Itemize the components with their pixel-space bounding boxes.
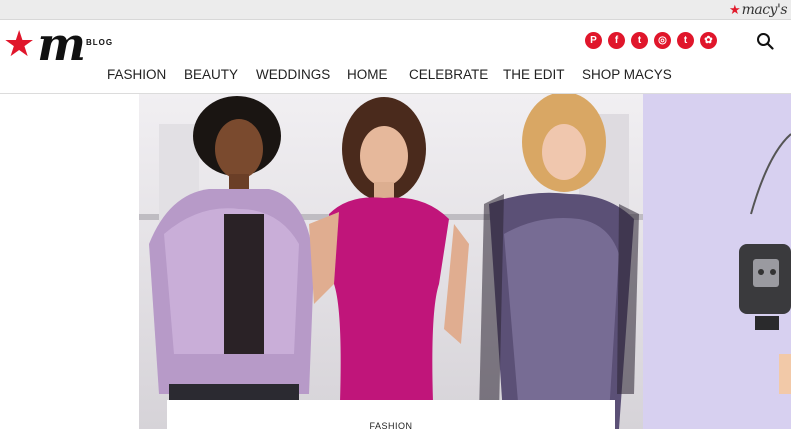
tumblr-icon[interactable]: t xyxy=(677,32,694,49)
mblog-logo[interactable]: ★ m BLOG xyxy=(3,17,114,71)
hero-photo-illustration xyxy=(139,94,643,429)
handbag-illustration xyxy=(643,94,791,429)
site-header: ★ m BLOG P f t ◎ t ✿ FASHION BEAUTY WEDD… xyxy=(0,20,791,94)
nav-item-celebrate[interactable]: CELEBRATE xyxy=(409,67,488,82)
nav-item-beauty[interactable]: BEAUTY xyxy=(184,67,238,82)
nav-item-fashion[interactable]: FASHION xyxy=(107,67,166,82)
hero-image[interactable] xyxy=(139,94,643,429)
social-links: P f t ◎ t ✿ xyxy=(585,32,717,49)
macys-logo[interactable]: ★ macy's xyxy=(728,1,788,18)
macys-star-icon: ★ xyxy=(728,2,741,17)
nav-item-the-edit[interactable]: THE EDIT xyxy=(503,67,565,82)
brand-m: m xyxy=(37,17,86,71)
facebook-icon[interactable]: f xyxy=(608,32,625,49)
nav-item-weddings[interactable]: WEDDINGS xyxy=(256,67,330,82)
nav-item-home[interactable]: HOME xyxy=(347,67,388,82)
twitter-icon[interactable]: t xyxy=(631,32,648,49)
feature-card[interactable]: FASHION xyxy=(167,400,615,431)
snapchat-icon[interactable]: ✿ xyxy=(700,32,717,49)
pinterest-icon[interactable]: P xyxy=(585,32,602,49)
brand-blog-label: BLOG xyxy=(85,37,114,47)
search-icon[interactable] xyxy=(756,32,774,50)
macys-logo-text: macy's xyxy=(741,1,788,18)
nav-item-shop-macys[interactable]: SHOP MACYS xyxy=(582,67,672,82)
side-promo-panel[interactable] xyxy=(643,94,791,429)
main-nav: FASHION BEAUTY WEDDINGS HOME CELEBRATE T… xyxy=(0,67,791,87)
top-bar: ★ macy's xyxy=(0,0,791,20)
instagram-icon[interactable]: ◎ xyxy=(654,32,671,49)
red-star-icon: ★ xyxy=(3,23,36,64)
feature-category-label: FASHION xyxy=(369,421,413,431)
